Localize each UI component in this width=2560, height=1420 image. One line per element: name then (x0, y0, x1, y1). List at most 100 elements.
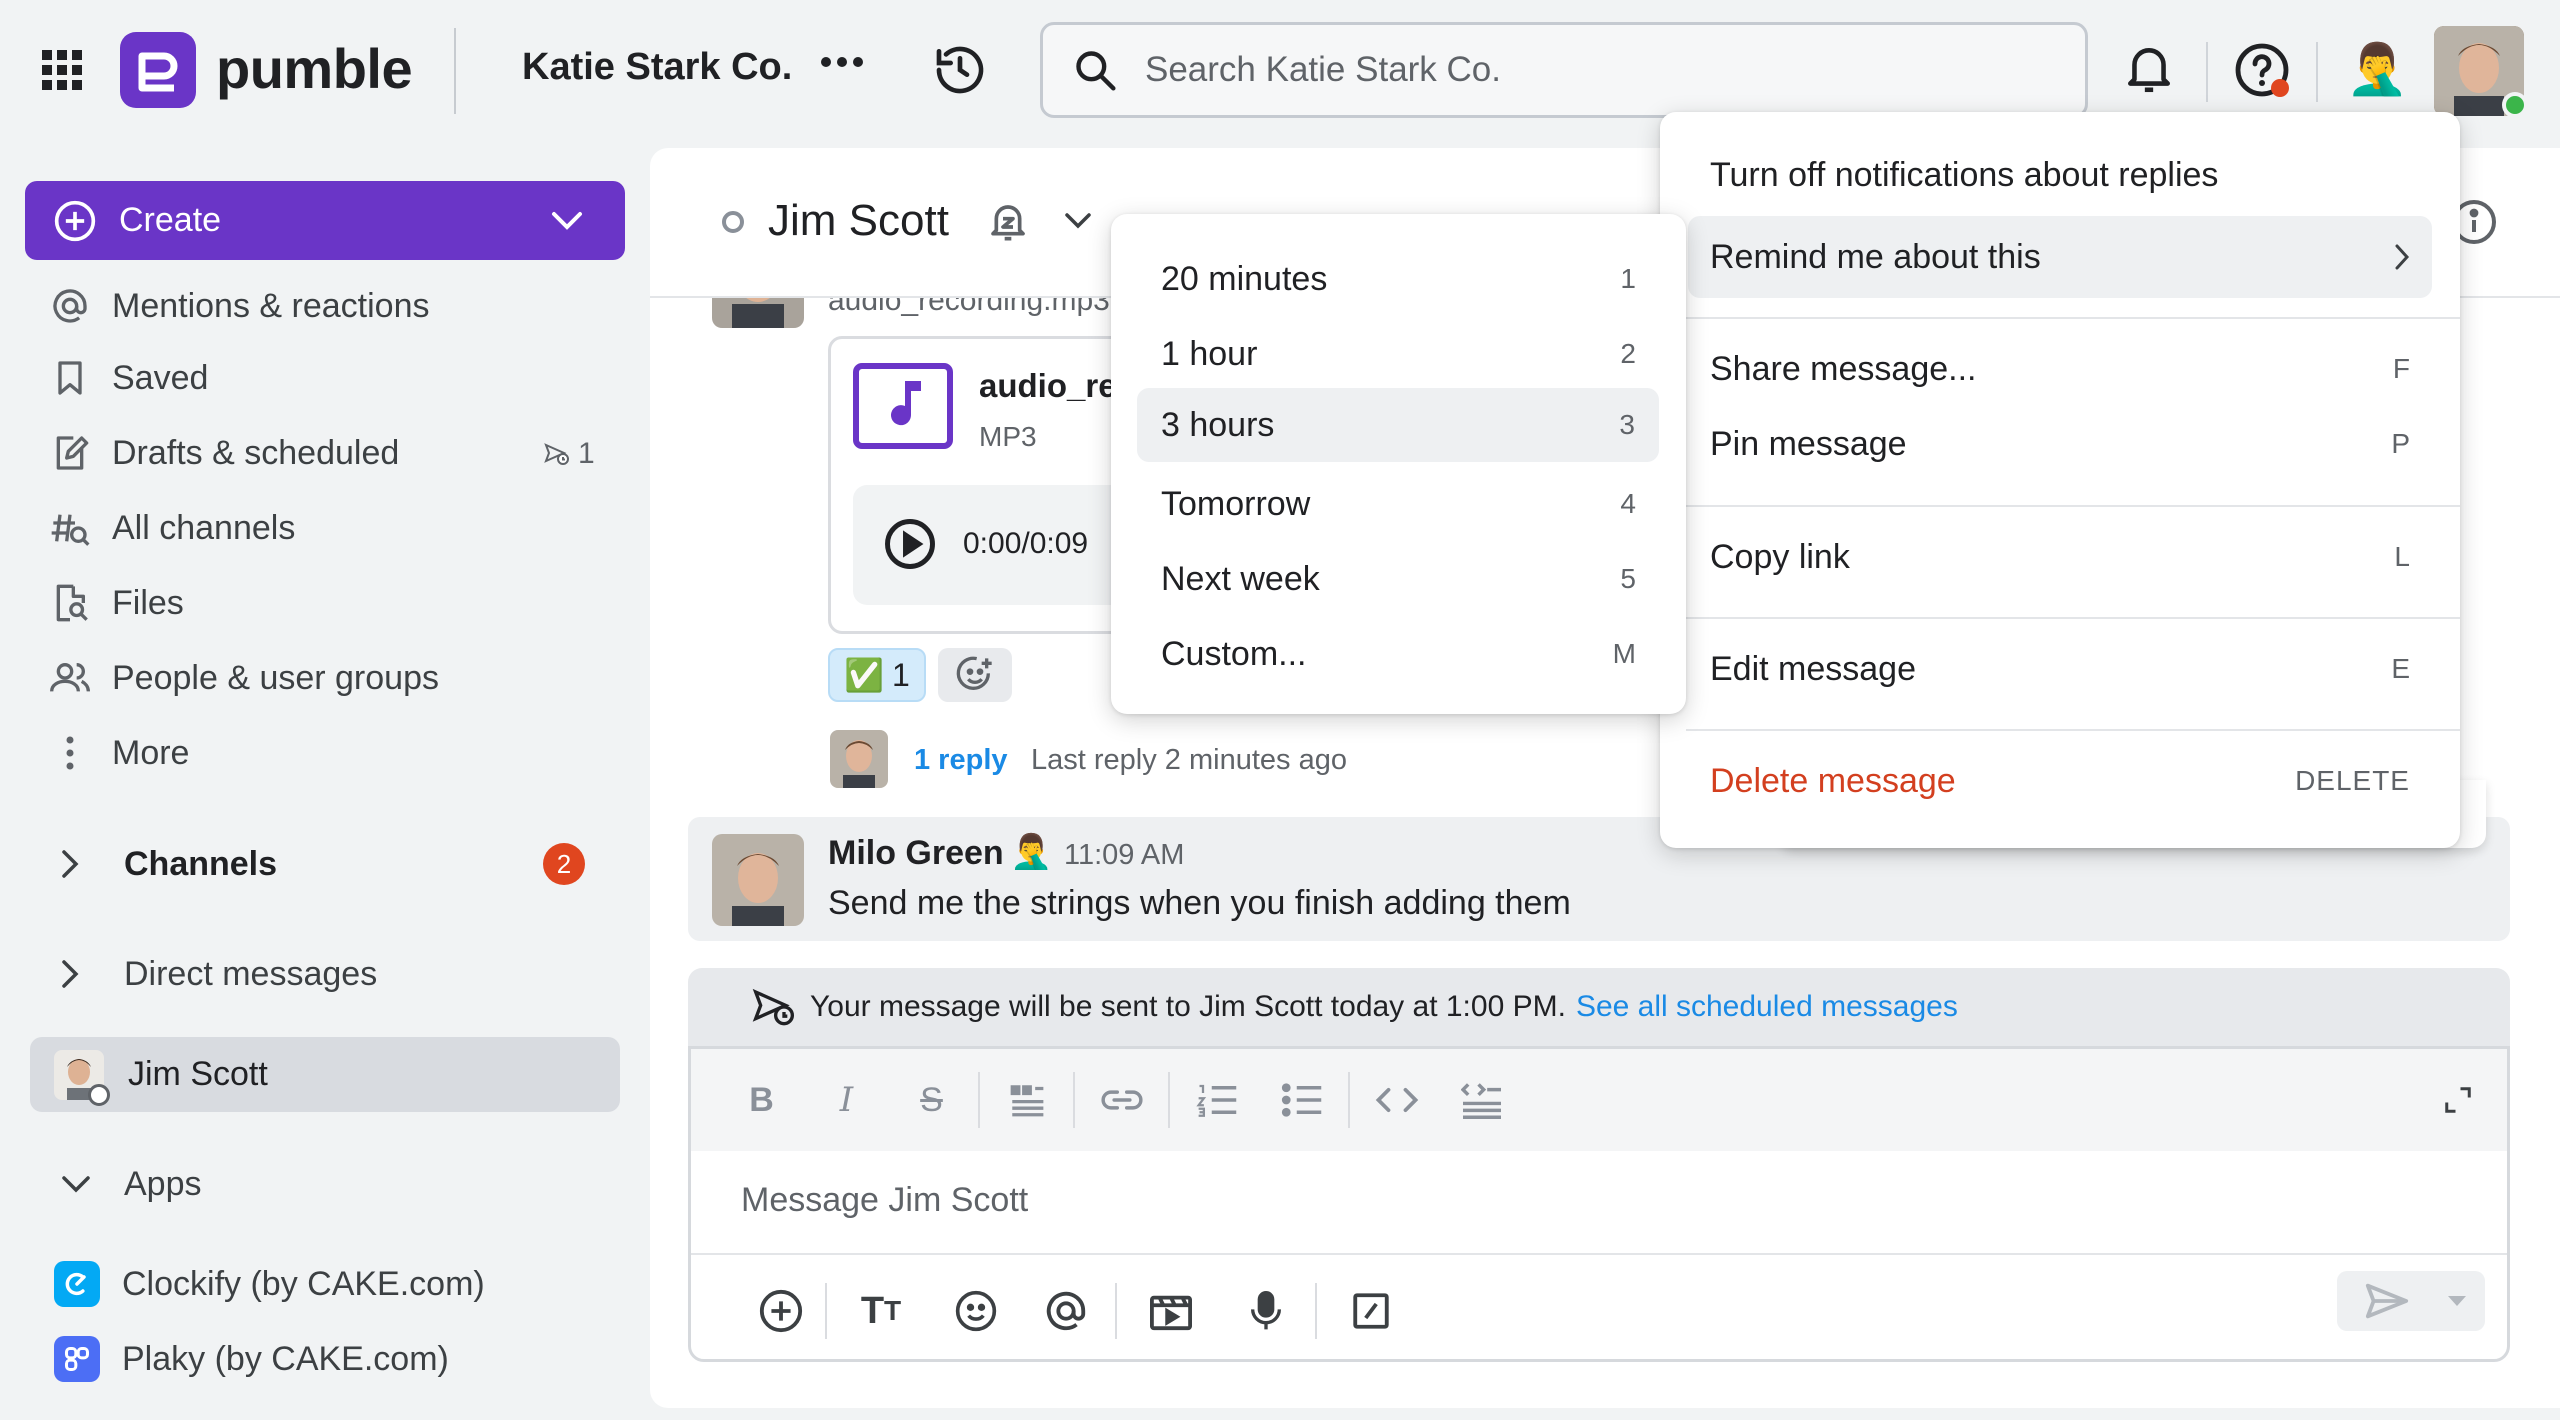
status-emoji-icon[interactable]: 🤦‍♂️ (2346, 40, 2408, 99)
message-context-menu: Turn off notifications about replies Rem… (1660, 112, 2460, 848)
shortcut-hint: DELETE (2295, 765, 2410, 796)
copy-link-item[interactable]: Copy link L (1660, 522, 2460, 592)
expand-icon[interactable] (2443, 1085, 2473, 1115)
shortcut-hint: 3 (1619, 409, 1635, 440)
bold-icon[interactable]: B (719, 1081, 804, 1120)
more-horizontal-icon[interactable] (820, 56, 864, 68)
schedule-dropdown-icon[interactable] (2437, 1296, 2477, 1306)
history-icon[interactable] (932, 42, 988, 98)
sidebar-item-mentions[interactable]: Mentions & reactions (50, 286, 430, 326)
divider (1686, 617, 2460, 619)
shortcut-hint: L (2394, 541, 2410, 572)
search-bar[interactable] (1040, 22, 2088, 118)
bell-muted-icon[interactable] (988, 200, 1028, 244)
shortcut-hint: 5 (1620, 563, 1636, 594)
remind-me-item[interactable]: Remind me about this (1688, 216, 2432, 298)
channels-section-header[interactable]: Channels (60, 834, 277, 894)
numbered-list-icon[interactable] (1174, 1082, 1259, 1118)
people-icon (50, 658, 90, 698)
bell-icon[interactable] (2124, 42, 2174, 96)
scheduled-messages-link[interactable]: See all scheduled messages (1576, 990, 1958, 1024)
slash-command-icon[interactable] (1321, 1290, 1421, 1332)
sidebar-item-saved[interactable]: Saved (50, 348, 208, 408)
create-label: Create (119, 201, 222, 239)
delete-message-item[interactable]: Delete message DELETE (1660, 746, 2460, 816)
shortcut-hint: E (2391, 653, 2410, 684)
divider (2316, 42, 2318, 102)
mention-icon[interactable] (1021, 1288, 1111, 1334)
remind-option-selected[interactable]: 3 hours 3 (1137, 388, 1659, 462)
remind-option[interactable]: 1 hour 2 (1111, 319, 1686, 389)
blockquote-icon[interactable] (984, 1082, 1069, 1118)
sidebar-item-files[interactable]: Files (50, 573, 184, 633)
conversation-title[interactable]: Jim Scott (768, 196, 949, 246)
sidebar-item-all-channels[interactable]: All channels (50, 498, 295, 558)
author-status-emoji: 🤦‍♂️ (1010, 833, 1053, 871)
menu-item-label: Turn off notifications about replies (1710, 155, 2219, 194)
add-reaction-button[interactable] (938, 648, 1012, 702)
message-input-placeholder[interactable]: Message Jim Scott (741, 1181, 1028, 1220)
checkmark-emoji-icon: ✅ (844, 657, 885, 693)
remind-option[interactable]: Tomorrow 4 (1111, 469, 1686, 539)
italic-icon[interactable]: I (804, 1080, 889, 1120)
turn-off-notifications-item[interactable]: Turn off notifications about replies (1660, 140, 2460, 210)
sidebar-item-label: Saved (112, 358, 209, 397)
remind-option[interactable]: Custom... M (1111, 619, 1686, 689)
remind-option[interactable]: 20 minutes 1 (1111, 244, 1686, 314)
sidebar-item-people[interactable]: People & user groups (50, 648, 439, 708)
play-icon[interactable] (883, 517, 937, 571)
edit-message-item[interactable]: Edit message E (1660, 634, 2460, 704)
clockify-icon (54, 1261, 100, 1307)
message-author[interactable]: Milo Green (828, 834, 1004, 873)
sidebar-item-label: Drafts & scheduled (112, 433, 400, 472)
remind-option[interactable]: Next week 5 (1111, 544, 1686, 614)
share-message-item[interactable]: Share message... F (1660, 334, 2460, 404)
reaction-pill[interactable]: ✅ 1 (828, 648, 926, 702)
attachment-type: MP3 (979, 421, 1037, 452)
chevron-down-icon[interactable] (551, 211, 583, 231)
pin-message-item[interactable]: Pin message P (1660, 409, 2460, 479)
create-button[interactable]: Create (25, 181, 625, 260)
chevron-down-icon[interactable] (1064, 212, 1092, 230)
strikethrough-icon[interactable]: S (889, 1081, 974, 1120)
link-icon[interactable] (1079, 1086, 1164, 1114)
more-vertical-icon (50, 735, 90, 771)
divider (1168, 1072, 1170, 1128)
divider (2206, 42, 2208, 102)
send-button-group (2337, 1271, 2485, 1331)
microphone-icon[interactable] (1221, 1289, 1311, 1333)
text-format-icon[interactable]: TT (831, 1290, 931, 1333)
plus-circle-icon (53, 199, 97, 243)
sidebar-item-drafts[interactable]: Drafts & scheduled (50, 423, 399, 483)
remind-option-label: Next week (1161, 559, 1320, 598)
app-grid-icon[interactable] (40, 48, 84, 92)
formatting-toolbar: B I S (691, 1049, 2507, 1151)
direct-messages-section-header[interactable]: Direct messages (60, 944, 377, 1004)
music-note-icon (853, 363, 953, 449)
avatar[interactable] (712, 834, 804, 926)
add-attachment-icon[interactable] (741, 1288, 821, 1334)
scheduled-send-icon (752, 987, 796, 1027)
emoji-icon[interactable] (931, 1289, 1021, 1333)
dm-item-jim-scott[interactable]: Jim Scott (30, 1037, 620, 1112)
send-icon[interactable] (2337, 1281, 2437, 1321)
app-item-plaky[interactable]: Plaky (by CAKE.com) (54, 1329, 449, 1389)
code-block-icon[interactable] (1439, 1081, 1524, 1119)
thread-replies-link[interactable]: 1 reply (914, 744, 1008, 777)
workspace-name[interactable]: Katie Stark Co. (522, 46, 792, 89)
sidebar-item-more[interactable]: More (50, 723, 189, 783)
search-input[interactable] (1145, 50, 2045, 90)
channels-label: Channels (124, 844, 278, 883)
help-icon[interactable] (2234, 42, 2290, 98)
apps-section-header[interactable]: Apps (60, 1154, 202, 1214)
menu-item-label: Remind me about this (1710, 237, 2041, 276)
away-status-dot (88, 1083, 110, 1106)
scheduled-text: Your message will be sent to Jim Scott t… (810, 990, 1566, 1023)
code-icon[interactable] (1354, 1085, 1439, 1115)
app-item-clockify[interactable]: Clockify (by CAKE.com) (54, 1254, 485, 1314)
divider (1686, 729, 2460, 731)
sidebar-item-label: Files (112, 583, 184, 622)
message-text: Send me the strings when you finish addi… (828, 884, 1571, 922)
video-clip-icon[interactable] (1121, 1290, 1221, 1332)
bullet-list-icon[interactable] (1259, 1082, 1344, 1118)
